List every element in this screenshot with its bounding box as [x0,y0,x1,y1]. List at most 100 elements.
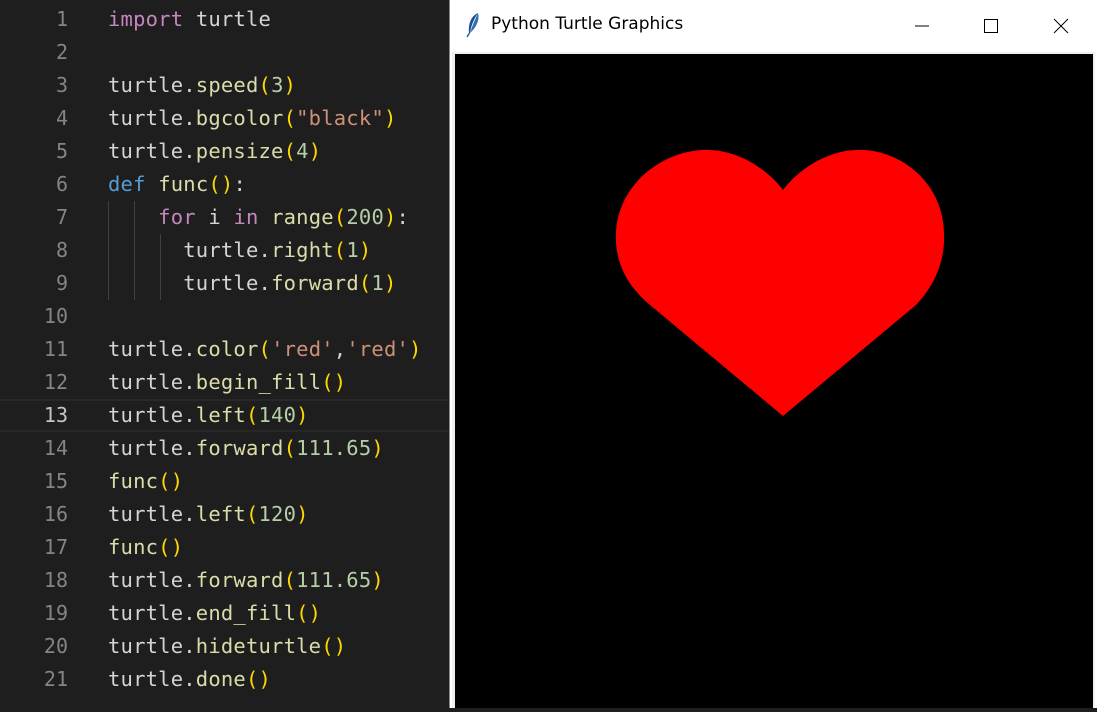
code-line[interactable]: 6 def func(): [0,168,452,201]
indent-guide [108,201,109,300]
code-text: turtle.pensize(4) [108,135,321,168]
code-line[interactable]: 7 for i in range(200): [0,201,452,234]
code-line[interactable]: 3 turtle.speed(3) [0,69,452,102]
code-token: ) [308,139,322,163]
code-token: () [296,601,322,625]
code-token: color [195,337,259,361]
code-token: end_fill [195,601,297,625]
line-number: 12 [43,370,68,394]
code-editor[interactable]: 1 import turtle 2 3 turtle.speed(3) 4 turtle.b… [0,0,452,708]
window-title: Python Turtle Graphics [491,14,684,34]
code-token: def [108,172,146,196]
line-number: 6 [55,172,68,196]
code-text: func() [108,531,183,564]
code-line[interactable]: 5 turtle.pensize(4) [0,135,452,168]
line-number: 11 [43,337,68,361]
code-token: done [195,667,246,691]
code-line[interactable]: 4 turtle.bgcolor("black") [0,102,452,135]
code-line[interactable]: 2 [0,36,452,69]
code-line[interactable]: 10 [0,300,452,333]
code-token: ( [283,106,297,130]
close-button[interactable] [1029,0,1093,52]
turtle-window: Python Turtle Graphics [449,0,1097,708]
code-text: turtle.left(140) [108,401,309,430]
code-token: ( [258,337,272,361]
code-token: pensize [195,139,284,163]
code-token: turtle. [108,337,196,361]
code-text: turtle.begin_fill() [108,366,346,399]
maximize-button[interactable] [959,0,1023,52]
code-token: ) [283,73,297,97]
code-token: 200 [346,205,384,229]
code-line[interactable]: 13 turtle.left(140) [0,399,452,432]
minimize-button[interactable] [890,0,954,52]
code-token: i [195,205,234,229]
code-token: turtle. [183,271,272,295]
turtle-canvas [455,54,1093,708]
line-number: 21 [43,667,68,691]
code-line[interactable]: 16 turtle.left(120) [0,498,452,531]
code-token: left [195,403,246,427]
code-token: ( [258,73,272,97]
code-line[interactable]: 19 turtle.end_fill() [0,597,452,630]
code-token: turtle. [108,370,196,394]
line-number: 16 [43,502,68,526]
code-token: turtle. [108,436,196,460]
feather-icon [466,13,479,38]
line-number: 15 [43,469,68,493]
code-token: turtle. [108,601,196,625]
code-token: for [158,205,196,229]
code-token: ) [296,403,309,427]
code-token: left [195,502,246,526]
code-line[interactable]: 18 turtle.forward(111.65) [0,564,452,597]
code-token: turtle. [108,403,196,427]
code-text: turtle.forward(1) [108,267,397,300]
drawing [615,149,945,417]
code-line[interactable]: 1 import turtle [0,3,452,36]
code-text: turtle.speed(3) [108,69,296,102]
code-line[interactable]: 11 turtle.color('red','red') [0,333,452,366]
code-line[interactable]: 17 func() [0,531,452,564]
code-token: bgcolor [195,106,284,130]
code-line[interactable]: 14 turtle.forward(111.65) [0,432,452,465]
code-line[interactable]: 21 turtle.done() [0,663,452,696]
code-line[interactable]: 8 turtle.right(1) [0,234,452,267]
code-token: () [158,469,184,493]
code-text: turtle.forward(111.65) [108,432,384,465]
code-token: ( [333,205,347,229]
code-text: turtle.right(1) [108,234,371,267]
code-token: ( [283,139,297,163]
code-token: turtle. [108,106,196,130]
code-token: turtle. [108,568,196,592]
code-token: ) [371,568,384,592]
code-text: turtle.bgcolor("black") [108,102,396,135]
code-token: ( [283,568,297,592]
title-bar[interactable]: Python Turtle Graphics [450,0,1097,52]
code-token: () [321,634,347,658]
line-number: 9 [55,271,68,295]
code-token: ) [409,337,422,361]
code-token: turtle. [108,139,196,163]
code-token: forward [271,271,359,295]
code-token: ( [358,271,372,295]
code-token: func [108,535,159,559]
line-number: 18 [43,568,68,592]
code-token: () [208,172,234,196]
code-line[interactable]: 20 turtle.hideturtle() [0,630,452,663]
code-token: turtle. [108,634,196,658]
code-token: forward [195,436,284,460]
code-token: 1 [371,271,384,295]
code-token: import [108,7,184,31]
code-token: () [158,535,184,559]
code-token: begin_fill [195,370,322,394]
code-token: turtle [195,7,272,31]
code-line[interactable]: 9 turtle.forward(1) [0,267,452,300]
code-token: 111.65 [296,568,372,592]
line-number: 19 [43,601,68,625]
code-token: forward [195,568,284,592]
code-line[interactable]: 12 turtle.begin_fill() [0,366,452,399]
code-text: for i in range(200): [108,201,409,234]
code-line[interactable]: 15 func() [0,465,452,498]
